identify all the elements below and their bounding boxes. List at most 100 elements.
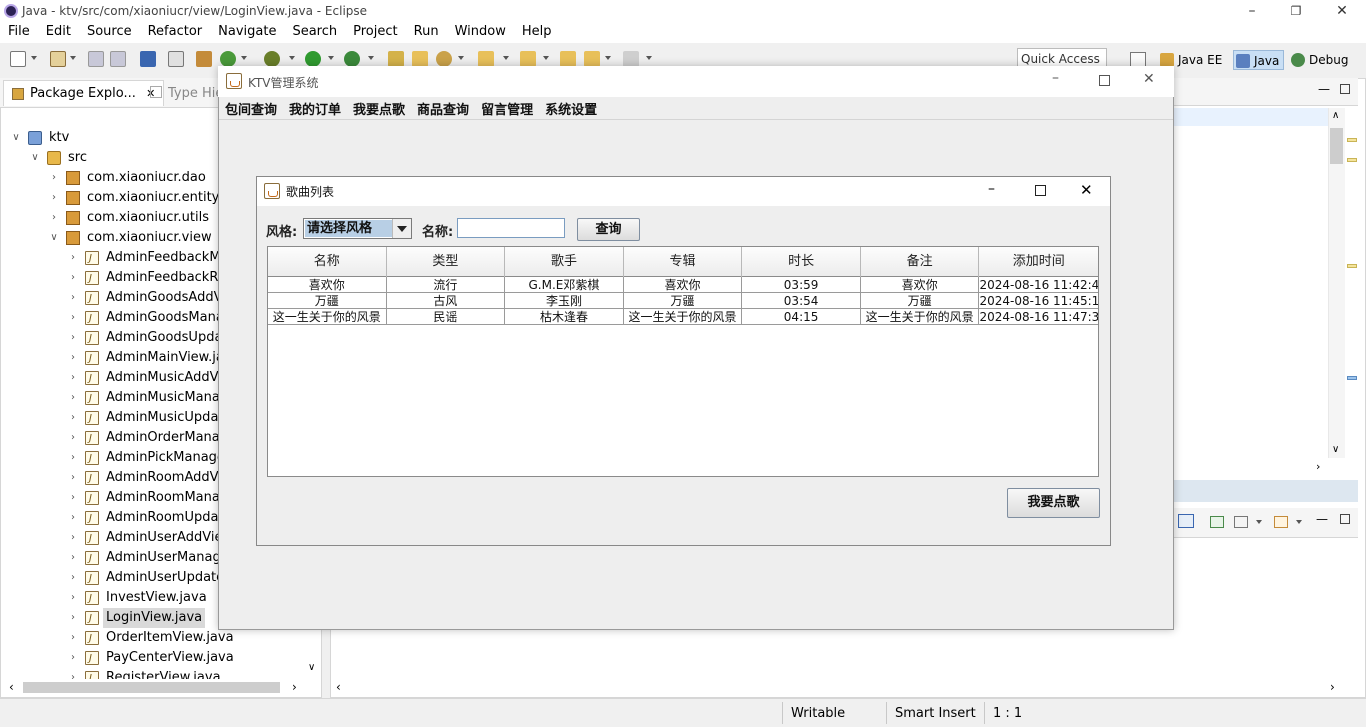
build-icon[interactable] [196, 51, 212, 67]
console-icon[interactable] [140, 51, 156, 67]
chevron-right-icon[interactable]: › [67, 548, 79, 568]
menu-help[interactable]: Help [514, 23, 560, 43]
chevron-right-icon[interactable]: › [67, 648, 79, 668]
column-header-remark[interactable]: 备注 [861, 247, 980, 277]
chevron-right-icon[interactable]: › [67, 528, 79, 548]
menu-run[interactable]: Run [406, 23, 447, 43]
song-list-close-button[interactable]: ✕ [1080, 181, 1093, 199]
debug-dropdown-icon[interactable] [289, 56, 295, 60]
last-edit-icon[interactable] [560, 51, 576, 67]
name-input[interactable] [457, 218, 565, 238]
annotation-dropdown-icon[interactable] [503, 56, 509, 60]
style-select[interactable]: 请选择风格 [303, 218, 412, 239]
console-scroll-right-icon[interactable]: › [1330, 680, 1335, 694]
close-button[interactable]: ✕ [1332, 2, 1352, 20]
chevron-right-icon[interactable]: › [67, 388, 79, 408]
tree-horizontal-scrollbar[interactable]: ‹ › [5, 679, 305, 696]
annotation-icon[interactable] [478, 51, 494, 67]
minimize-editor-icon[interactable]: — [1318, 82, 1330, 96]
menu-goods-query[interactable]: 商品查询 [411, 97, 475, 119]
prev-annotation-icon[interactable] [520, 51, 536, 67]
display-console-icon[interactable] [1178, 514, 1194, 528]
chevron-right-icon[interactable]: › [67, 368, 79, 388]
ktv-maximize-button[interactable] [1099, 75, 1110, 86]
search-icon[interactable] [436, 51, 452, 67]
menu-file[interactable]: File [0, 23, 38, 43]
chevron-right-icon[interactable]: › [67, 608, 79, 628]
back-icon[interactable] [584, 51, 600, 67]
pick-song-button[interactable]: 我要点歌 [1007, 488, 1100, 518]
new-console-icon[interactable] [1274, 516, 1288, 528]
ktv-close-button[interactable]: ✕ [1143, 71, 1155, 87]
table-row[interactable]: 喜欢你 流行 G.M.E邓紫棋 喜欢你 03:59 喜欢你 2024-08-16… [268, 277, 1098, 293]
column-header-added-time[interactable]: 添加时间 [979, 247, 1098, 277]
chevron-down-icon[interactable]: ∨ [10, 128, 22, 148]
song-list-minimize-button[interactable]: – [988, 181, 995, 197]
back-dropdown-icon[interactable] [605, 56, 611, 60]
run-dropdown-icon[interactable] [328, 56, 334, 60]
menu-search[interactable]: Search [284, 23, 345, 43]
annotation-marker[interactable] [1347, 158, 1357, 162]
refresh-dropdown-icon[interactable] [241, 56, 247, 60]
console-scroll-left-icon[interactable]: ‹ [336, 680, 341, 694]
column-header-type[interactable]: 类型 [387, 247, 506, 277]
chevron-right-icon[interactable]: › [67, 248, 79, 268]
external-tools-dropdown-icon[interactable] [368, 56, 374, 60]
chevron-right-icon[interactable]: › [48, 168, 60, 188]
tree-item[interactable]: › OrderItemView.java [67, 628, 306, 649]
chevron-right-icon[interactable]: › [48, 188, 60, 208]
menu-my-orders[interactable]: 我的订单 [283, 97, 347, 119]
save-icon[interactable] [88, 51, 104, 67]
open-console-dropdown-icon[interactable] [1256, 520, 1262, 524]
tree-item[interactable]: › PayCenterView.java [67, 648, 306, 669]
new-project-dropdown-icon[interactable] [70, 56, 76, 60]
maximize-editor-icon[interactable] [1340, 84, 1350, 94]
scroll-down-icon[interactable]: ∨ [1332, 444, 1339, 455]
column-header-name[interactable]: 名称 [268, 247, 387, 277]
editor-horizontal-scroll-right-icon[interactable]: › [1316, 460, 1320, 473]
scroll-right-icon[interactable]: › [292, 680, 297, 694]
chevron-right-icon[interactable]: › [67, 328, 79, 348]
chevron-right-icon[interactable]: › [67, 348, 79, 368]
open-console-icon[interactable] [1234, 516, 1248, 528]
new-console-dropdown-icon[interactable] [1296, 520, 1302, 524]
prev-annotation-dropdown-icon[interactable] [543, 56, 549, 60]
menu-window[interactable]: Window [447, 23, 514, 43]
perspective-debug[interactable]: Debug [1289, 50, 1352, 70]
chevron-right-icon[interactable]: › [67, 308, 79, 328]
chevron-down-icon[interactable] [392, 219, 411, 238]
perspective-java[interactable]: Java [1233, 50, 1285, 70]
table-row[interactable]: 这一生关于你的风景 民谣 枯木逢春 这一生关于你的风景 04:15 这一生关于你… [268, 309, 1098, 325]
maximize-console-icon[interactable] [1340, 514, 1350, 524]
horizontal-scroll-thumb[interactable] [23, 682, 280, 693]
ktv-minimize-button[interactable]: – [1052, 70, 1059, 86]
song-list-maximize-button[interactable] [1035, 185, 1046, 196]
minimize-button[interactable]: – [1242, 2, 1262, 20]
external-tools-icon[interactable] [344, 51, 360, 67]
column-header-duration[interactable]: 时长 [742, 247, 861, 277]
refresh-icon[interactable] [220, 51, 236, 67]
annotation-marker[interactable] [1347, 264, 1357, 268]
tab-type-hierarchy[interactable]: Type Hie [150, 86, 223, 101]
chevron-right-icon[interactable]: › [67, 268, 79, 288]
minimize-console-icon[interactable]: — [1316, 512, 1328, 526]
forward-dropdown-icon[interactable] [646, 56, 652, 60]
chevron-right-icon[interactable]: › [67, 448, 79, 468]
annotation-marker[interactable] [1347, 138, 1357, 142]
editor-scroll-thumb[interactable] [1330, 128, 1343, 164]
pin-console-icon[interactable] [1210, 516, 1224, 528]
query-button[interactable]: 查询 [577, 218, 640, 241]
open-type-icon[interactable] [388, 51, 404, 67]
debug-icon[interactable] [264, 51, 280, 67]
save-all-icon[interactable] [110, 51, 126, 67]
chevron-right-icon[interactable]: › [48, 208, 60, 228]
chevron-right-icon[interactable]: › [67, 588, 79, 608]
column-header-singer[interactable]: 歌手 [505, 247, 624, 277]
annotation-marker[interactable] [1347, 376, 1357, 380]
menu-pick-song[interactable]: 我要点歌 [347, 97, 411, 119]
chevron-right-icon[interactable]: › [67, 508, 79, 528]
chevron-right-icon[interactable]: › [67, 628, 79, 648]
scroll-up-icon[interactable]: ∧ [1332, 110, 1339, 121]
table-row[interactable]: 万疆 古风 李玉刚 万疆 03:54 万疆 2024-08-16 11:45:1… [268, 293, 1098, 309]
menu-message-manage[interactable]: 留言管理 [475, 97, 539, 119]
